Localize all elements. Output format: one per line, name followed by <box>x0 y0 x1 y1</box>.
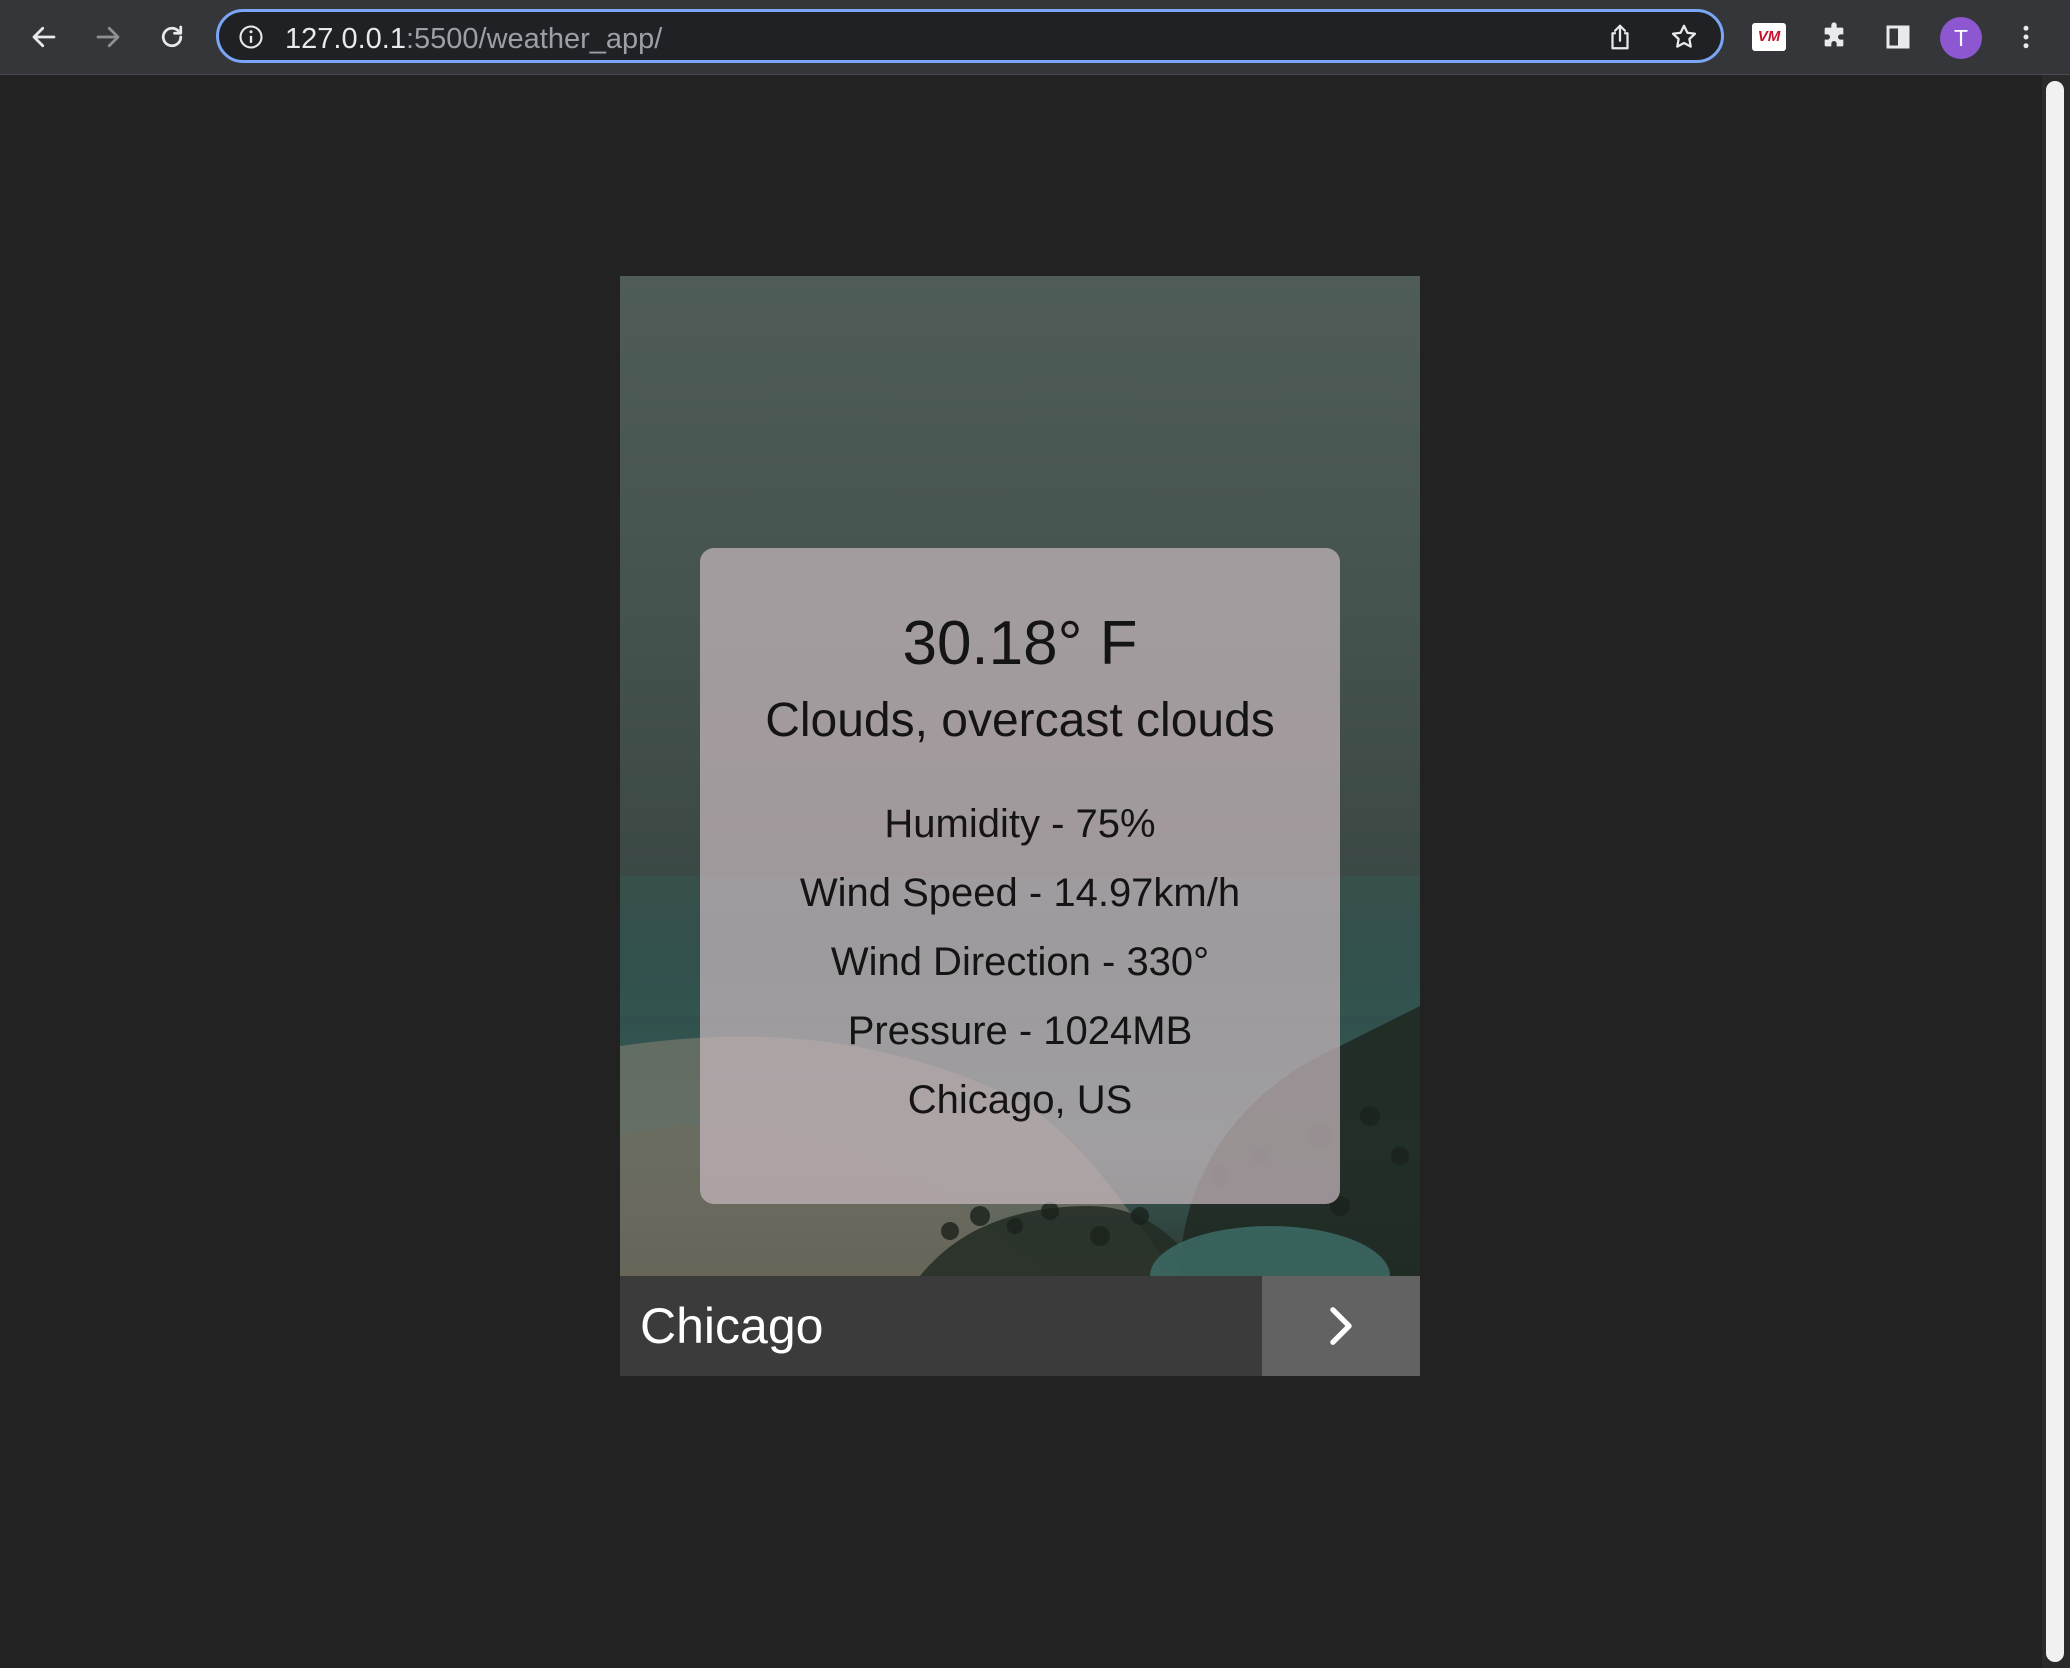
browser-toolbar: 127.0.0.1:5500/weather_app/ VM T <box>0 0 2070 75</box>
chevron-right-icon <box>1330 1307 1352 1345</box>
city-name: Chicago <box>640 1298 824 1354</box>
location-text: Chicago, US <box>907 1078 1133 1122</box>
back-button[interactable] <box>20 13 68 61</box>
weather-info-panel: 30.18° F Clouds, overcast clouds Humidit… <box>700 548 1340 1204</box>
side-panel-button[interactable] <box>1874 13 1922 61</box>
share-icon[interactable] <box>1605 22 1635 52</box>
url-text[interactable]: 127.0.0.1:5500/weather_app/ <box>285 22 662 56</box>
forward-button[interactable] <box>84 13 132 61</box>
puzzle-icon <box>1824 22 1844 47</box>
reload-icon <box>161 25 183 48</box>
reload-button[interactable] <box>148 13 196 61</box>
extension-vm-icon[interactable]: VM <box>1752 23 1786 51</box>
forward-arrow-icon <box>96 26 120 48</box>
side-panel-icon <box>1886 25 1910 49</box>
bookmark-star-icon[interactable] <box>1669 22 1699 52</box>
url-host: 127.0.0.1 <box>285 23 406 55</box>
weather-details: Humidity - 75% Wind Speed - 14.97km/h Wi… <box>700 790 1340 1135</box>
humidity-text: Humidity - 75% <box>884 802 1156 846</box>
extensions-button[interactable] <box>1810 13 1858 61</box>
pressure-text: Pressure - 1024MB <box>847 1009 1193 1053</box>
temperature-text: 30.18° F <box>902 609 1138 678</box>
url-path: :5500/weather_app/ <box>405 23 663 55</box>
browser-menu-button[interactable] <box>2002 13 2050 61</box>
weather-description: Clouds, overcast clouds <box>765 694 1275 747</box>
kebab-menu-icon <box>2023 25 2029 49</box>
address-bar[interactable]: 127.0.0.1:5500/weather_app/ <box>216 9 1724 63</box>
scrollbar-thumb[interactable] <box>2046 81 2064 1662</box>
back-arrow-icon <box>32 26 56 48</box>
profile-avatar[interactable]: T <box>1940 17 1982 59</box>
weather-card: 30.18° F Clouds, overcast clouds Humidit… <box>620 276 1420 1376</box>
next-city-button[interactable] <box>1262 1276 1420 1376</box>
city-bar: Chicago <box>620 1276 1420 1376</box>
wind-speed-text: Wind Speed - 14.97km/h <box>799 871 1241 915</box>
wind-direction-text: Wind Direction - 330° <box>830 940 1210 984</box>
site-info-icon[interactable] <box>237 23 265 51</box>
